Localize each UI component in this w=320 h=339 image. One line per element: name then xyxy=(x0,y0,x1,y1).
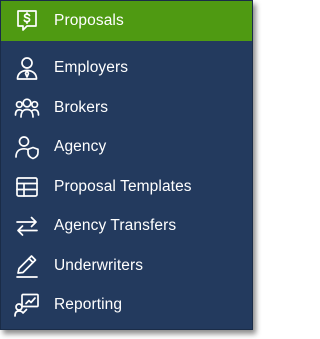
menu-item-label: Agency Transfers xyxy=(54,217,177,234)
person-shield-icon xyxy=(13,133,41,161)
transfer-arrows-icon xyxy=(13,212,41,240)
dollar-chat-icon xyxy=(13,7,41,35)
menu-item-label: Reporting xyxy=(54,296,123,313)
group-icon xyxy=(13,94,41,122)
menu-item-label: Brokers xyxy=(54,99,109,116)
menu-item-proposal-templates[interactable]: Proposal Templates xyxy=(1,167,252,207)
table-icon xyxy=(13,173,41,201)
menu-item-label: Proposals xyxy=(54,12,124,29)
menu-item-brokers[interactable]: Brokers xyxy=(1,88,252,128)
menu-item-label: Underwriters xyxy=(54,257,144,274)
menu-item-underwriters[interactable]: Underwriters xyxy=(1,246,252,286)
person-tie-icon xyxy=(13,54,41,82)
presenter-chart-icon xyxy=(13,291,41,319)
menu-item-employers[interactable]: Employers xyxy=(1,48,252,88)
menu-item-label: Agency xyxy=(54,138,107,155)
menu-item-agency[interactable]: Agency xyxy=(1,127,252,167)
pen-icon xyxy=(13,252,41,280)
menu-item-agency-transfers[interactable]: Agency Transfers xyxy=(1,206,252,246)
navigation-menu: Proposals Employers Brokers Agency Propo… xyxy=(0,0,253,330)
menu-item-label: Employers xyxy=(54,59,129,76)
menu-item-proposals[interactable]: Proposals xyxy=(1,1,252,41)
menu-item-label: Proposal Templates xyxy=(54,178,192,195)
menu-item-reporting[interactable]: Reporting xyxy=(1,285,252,325)
